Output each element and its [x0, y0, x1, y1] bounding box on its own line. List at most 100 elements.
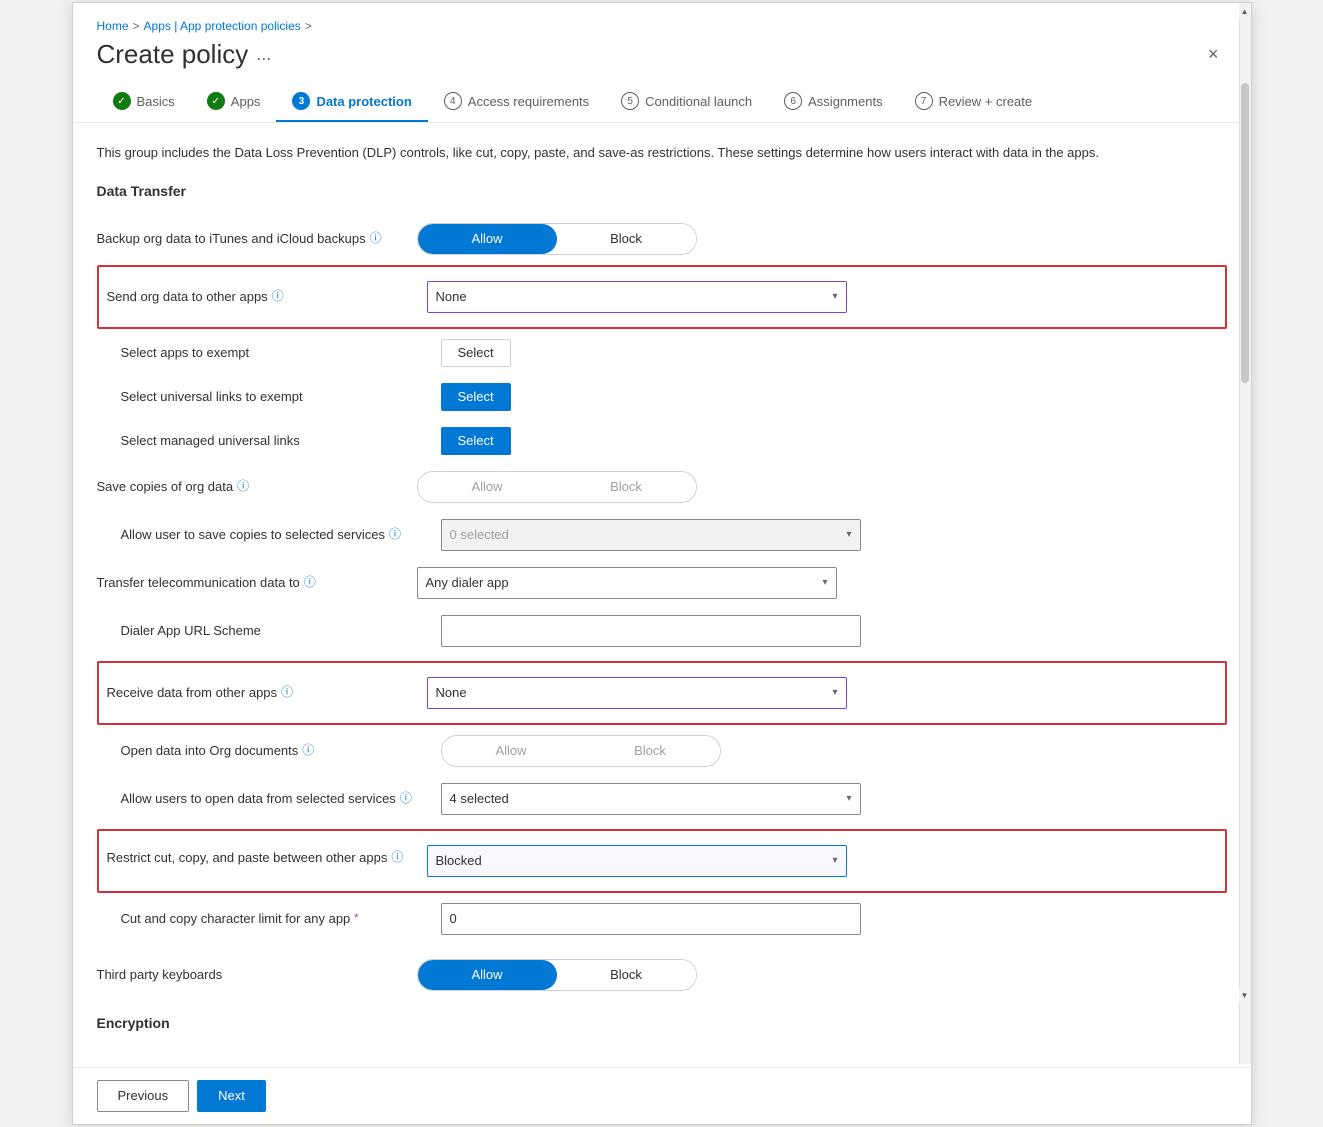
label-allow-open-selected: Allow users to open data from selected s… [121, 790, 441, 808]
info-icon-send-org[interactable]: ⓘ [272, 288, 284, 305]
toggle-save-copies-block[interactable]: Block [557, 472, 696, 502]
tab-data-protection[interactable]: 3 Data protection [276, 82, 427, 122]
toggle-save-copies-allow[interactable]: Allow [418, 472, 557, 502]
toggle-third-party-allow[interactable]: Allow [418, 960, 557, 990]
tab-basics[interactable]: ✓ Basics [97, 82, 191, 122]
row-select-managed-universal: Select managed universal links Select [97, 419, 1227, 463]
breadcrumb-apps[interactable]: Apps | App protection policies [144, 19, 301, 33]
row-save-copies: Save copies of org data ⓘ Allow Block [97, 463, 1227, 511]
tab-access-requirements[interactable]: 4 Access requirements [428, 82, 605, 122]
dropdown-receive-value: None [436, 685, 467, 700]
dropdown-allow-open-selected[interactable]: 4 selected ▾ [441, 783, 861, 815]
control-transfer-telecom: Any dialer app ▾ [417, 567, 877, 599]
toggle-backup-allow[interactable]: Allow [418, 224, 557, 254]
footer: Previous Next [73, 1067, 1251, 1124]
info-icon-backup[interactable]: ⓘ [370, 230, 382, 247]
tab-conditional-launch[interactable]: 5 Conditional launch [605, 82, 768, 122]
dropdown-allow-save-selected[interactable]: 0 selected ▾ [441, 519, 861, 551]
scroll-down-arrow[interactable]: ▼ [1239, 988, 1251, 1004]
control-allow-open-selected: 4 selected ▾ [441, 783, 901, 815]
ellipsis-menu[interactable]: ... [256, 44, 271, 65]
dropdown-receive-data[interactable]: None ▾ [427, 677, 847, 709]
dropdown-send-org-data[interactable]: None ▾ [427, 281, 847, 313]
page-title-text: Create policy [97, 39, 249, 70]
chevron-receive: ▾ [832, 687, 837, 698]
row-restrict-cut-copy: Restrict cut, copy, and paste between ot… [107, 837, 1217, 885]
tab-basics-check-icon: ✓ [113, 92, 131, 110]
info-icon-receive-data[interactable]: ⓘ [281, 684, 293, 701]
info-icon-save-copies[interactable]: ⓘ [237, 478, 249, 495]
next-button[interactable]: Next [197, 1080, 266, 1112]
row-backup-org-data: Backup org data to iTunes and iCloud bac… [97, 215, 1227, 263]
control-restrict-cut-copy: Blocked ▾ [427, 845, 887, 877]
breadcrumb: Home > Apps | App protection policies > [97, 19, 1227, 33]
dropdown-allow-open-value: 4 selected [450, 791, 509, 806]
control-receive-data: None ▾ [427, 677, 887, 709]
row-send-org-data: Send org data to other apps ⓘ None ▾ [107, 273, 1217, 321]
control-select-universal-exempt: Select [441, 383, 901, 411]
dropdown-restrict-cut-copy[interactable]: Blocked ▾ [427, 845, 847, 877]
select-managed-universal-button[interactable]: Select [441, 427, 511, 455]
control-select-apps-exempt: Select [441, 339, 901, 367]
description-text: This group includes the Data Loss Preven… [97, 143, 1227, 163]
tab-assignments-num: 6 [784, 92, 802, 110]
tab-assignments-label: Assignments [808, 94, 882, 109]
toggle-open-allow[interactable]: Allow [442, 736, 581, 766]
select-universal-exempt-button[interactable]: Select [441, 383, 511, 411]
tab-assignments[interactable]: 6 Assignments [768, 82, 898, 122]
control-backup-org-data: Allow Block [417, 223, 877, 255]
tab-review-create[interactable]: 7 Review + create [899, 82, 1049, 122]
label-open-data-org: Open data into Org documents ⓘ [121, 742, 441, 760]
info-icon-allow-save[interactable]: ⓘ [389, 526, 401, 543]
info-icon-open-data-org[interactable]: ⓘ [302, 742, 314, 759]
row-dialer-url: Dialer App URL Scheme [97, 607, 1227, 655]
scrollbar-track[interactable]: ▲ ▼ [1239, 3, 1251, 1064]
row-send-org-data-highlight: Send org data to other apps ⓘ None ▾ [97, 265, 1227, 329]
row-cut-copy-char-limit: Cut and copy character limit for any app… [97, 895, 1227, 943]
label-receive-data: Receive data from other apps ⓘ [107, 684, 427, 702]
info-icon-transfer-telecom[interactable]: ⓘ [304, 574, 316, 591]
scroll-up-arrow[interactable]: ▲ [1239, 3, 1251, 19]
chevron-send-org: ▾ [832, 291, 837, 302]
close-button[interactable]: × [1200, 40, 1227, 69]
tab-data-protection-label: Data protection [316, 94, 411, 109]
label-dialer-url: Dialer App URL Scheme [121, 622, 441, 640]
control-open-data-org: Allow Block [441, 735, 901, 767]
page-title: Create policy ... [97, 39, 272, 70]
modal-header: Home > Apps | App protection policies > … [73, 3, 1251, 82]
input-cut-copy-char-limit[interactable] [441, 903, 861, 935]
tab-conditional-label: Conditional launch [645, 94, 752, 109]
dropdown-transfer-telecom[interactable]: Any dialer app ▾ [417, 567, 837, 599]
toggle-save-copies: Allow Block [417, 471, 697, 503]
control-select-managed-universal: Select [441, 427, 901, 455]
breadcrumb-sep1: > [133, 19, 140, 33]
previous-button[interactable]: Previous [97, 1080, 190, 1112]
control-third-party-keyboards: Allow Block [417, 959, 877, 991]
select-apps-exempt-button[interactable]: Select [441, 339, 511, 367]
chevron-allow-open: ▾ [846, 793, 851, 804]
input-dialer-url[interactable] [441, 615, 861, 647]
toggle-backup-block[interactable]: Block [557, 224, 696, 254]
tab-apps-label: Apps [231, 94, 261, 109]
info-icon-allow-open-selected[interactable]: ⓘ [400, 790, 412, 807]
label-select-apps-exempt: Select apps to exempt [121, 344, 441, 362]
info-icon-restrict-cut[interactable]: ⓘ [391, 849, 403, 866]
scrollbar-thumb[interactable] [1241, 83, 1249, 383]
toggle-backup: Allow Block [417, 223, 697, 255]
toggle-open-data-org: Allow Block [441, 735, 721, 767]
toggle-third-party: Allow Block [417, 959, 697, 991]
tab-access-num: 4 [444, 92, 462, 110]
dropdown-transfer-telecom-value: Any dialer app [426, 575, 509, 590]
label-send-org-data: Send org data to other apps ⓘ [107, 288, 427, 306]
breadcrumb-home[interactable]: Home [97, 19, 129, 33]
toggle-third-party-block[interactable]: Block [557, 960, 696, 990]
tab-data-protection-num: 3 [292, 92, 310, 110]
control-cut-copy-char-limit [441, 903, 901, 935]
toggle-open-block[interactable]: Block [581, 736, 720, 766]
row-receive-data: Receive data from other apps ⓘ None ▾ [107, 669, 1217, 717]
label-backup-org-data: Backup org data to iTunes and iCloud bac… [97, 230, 417, 248]
row-open-data-org: Open data into Org documents ⓘ Allow Blo… [97, 727, 1227, 775]
row-transfer-telecom: Transfer telecommunication data to ⓘ Any… [97, 559, 1227, 607]
tab-apps[interactable]: ✓ Apps [191, 82, 277, 122]
section-encryption-title: Encryption [97, 1015, 1227, 1031]
